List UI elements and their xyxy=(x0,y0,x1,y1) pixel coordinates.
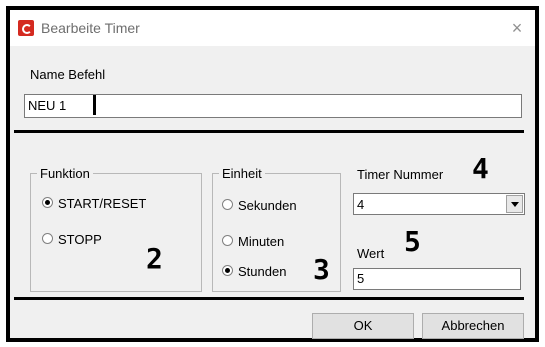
text-caret xyxy=(93,95,96,115)
radio-minuten-indicator[interactable] xyxy=(222,235,233,246)
funktion-group: Funktion xyxy=(30,166,202,292)
name-befehl-label: Name Befehl xyxy=(30,67,106,82)
separator-bottom xyxy=(14,297,524,300)
radio-sekunden-label: Sekunden xyxy=(238,198,297,213)
timer-nummer-value: 4 xyxy=(357,197,365,212)
timer-nummer-select[interactable]: 4 xyxy=(353,193,525,215)
einheit-legend: Einheit xyxy=(219,166,265,181)
radio-stopp-indicator[interactable] xyxy=(42,233,53,244)
annotation-5: 5 xyxy=(404,225,421,258)
radio-stunden-label: Stunden xyxy=(238,264,287,279)
app-logo-icon xyxy=(18,20,34,36)
close-button[interactable]: × xyxy=(505,16,529,40)
annotation-2: 2 xyxy=(146,242,163,275)
window-title: Bearbeite Timer xyxy=(41,20,140,36)
name-befehl-input[interactable]: NEU 1 xyxy=(24,94,522,118)
name-befehl-value: NEU 1 xyxy=(28,98,67,113)
wert-label: Wert xyxy=(357,246,385,261)
radio-start-reset-indicator[interactable] xyxy=(42,197,53,208)
radio-stopp-label: STOPP xyxy=(58,232,102,247)
funktion-legend: Funktion xyxy=(37,166,93,181)
wert-value: 5 xyxy=(357,271,365,286)
cancel-button[interactable]: Abbrechen xyxy=(422,313,524,339)
radio-minuten-label: Minuten xyxy=(238,234,285,249)
wert-input[interactable]: 5 xyxy=(353,268,521,290)
annotation-3: 3 xyxy=(313,253,330,286)
ok-button[interactable]: OK xyxy=(312,313,414,339)
radio-sekunden-indicator[interactable] xyxy=(222,199,233,210)
timer-nummer-label: Timer Nummer xyxy=(357,167,444,182)
radio-start-reset-label: START/RESET xyxy=(58,196,147,211)
annotation-4: 4 xyxy=(472,152,489,185)
title-bar: Bearbeite Timer × xyxy=(10,10,535,46)
separator-top xyxy=(14,130,524,133)
dropdown-arrow-icon[interactable] xyxy=(506,195,523,213)
radio-stunden-indicator[interactable] xyxy=(222,265,233,276)
